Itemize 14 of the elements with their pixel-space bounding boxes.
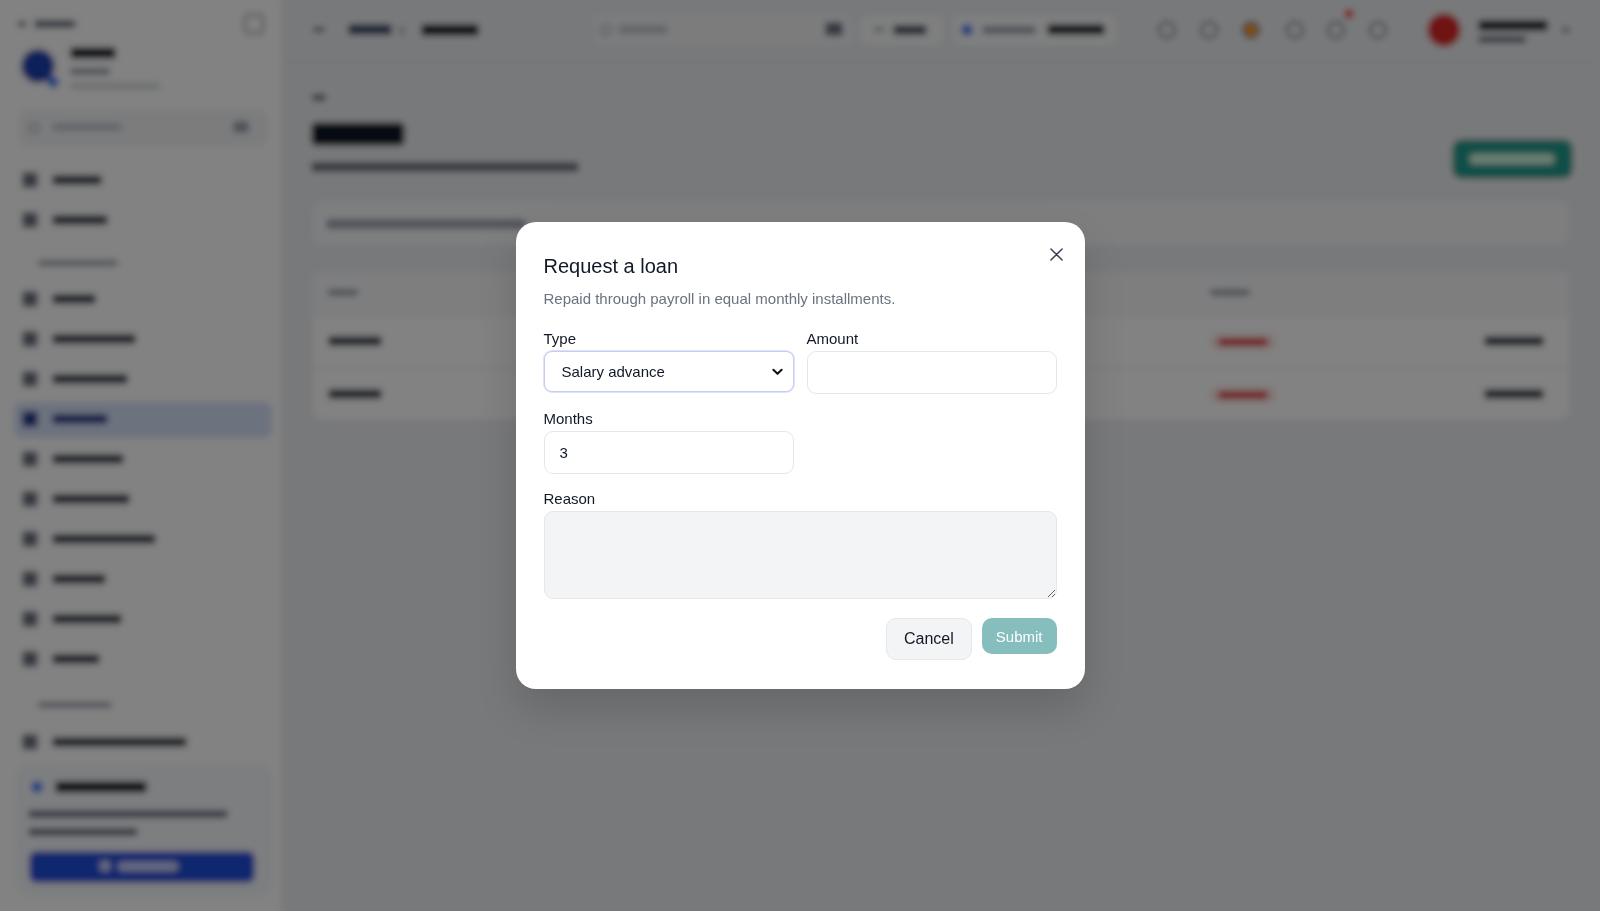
field-label: Reason [543, 489, 597, 509]
chevron-down-icon [771, 367, 783, 376]
field-label: Months [543, 409, 594, 429]
close-button[interactable] [1047, 246, 1065, 263]
close-icon [1049, 248, 1063, 261]
input-field[interactable]: 3 [543, 431, 794, 474]
textarea-field[interactable] [543, 511, 1057, 599]
dropdown-select[interactable]: Salary advance [543, 351, 794, 392]
field-label: Type [543, 329, 578, 349]
cancel-button[interactable]: Cancel [886, 618, 972, 660]
field-label: Amount [806, 329, 860, 349]
dialog-title: Request a loan [543, 254, 679, 279]
dialog-subtitle: Repaid through payroll in equal monthly installments. [543, 289, 897, 309]
input-field[interactable] [806, 351, 1057, 394]
